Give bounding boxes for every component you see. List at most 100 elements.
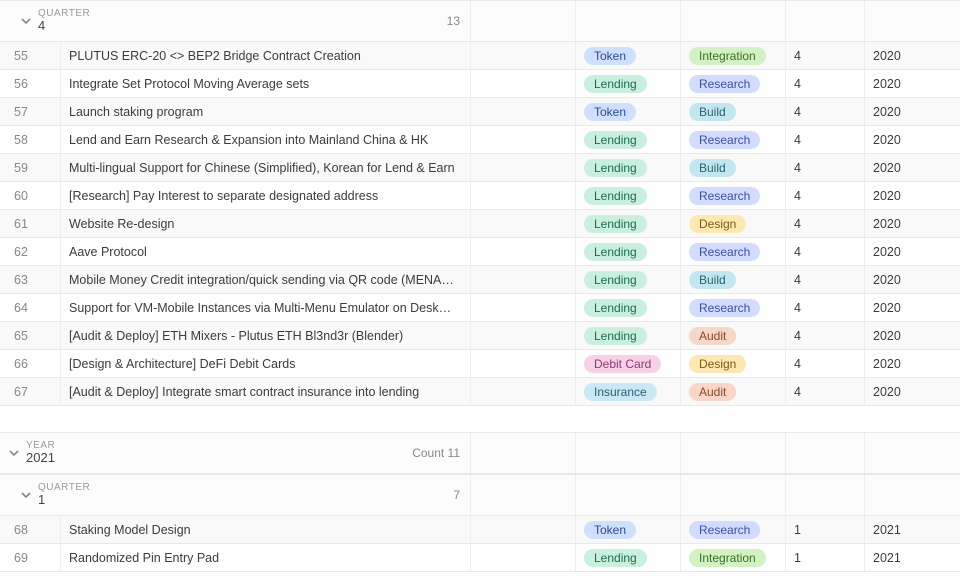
type-cell[interactable]: Lending <box>575 210 680 237</box>
stage-cell[interactable]: Audit <box>680 322 785 349</box>
tag-pill[interactable]: Research <box>689 131 760 149</box>
year-cell[interactable]: 2020 <box>864 126 959 153</box>
empty-cell[interactable] <box>470 182 575 209</box>
group-header-inner[interactable]: QUARTER17 <box>0 475 470 515</box>
empty-cell[interactable] <box>470 70 575 97</box>
group-header[interactable]: YEAR2021Count 11 <box>0 432 960 474</box>
row-number[interactable]: 69 <box>0 544 60 571</box>
type-cell[interactable]: Token <box>575 516 680 543</box>
row-number[interactable]: 59 <box>0 154 60 181</box>
table-row[interactable]: 67[Audit & Deploy] Integrate smart contr… <box>0 378 960 406</box>
tag-pill[interactable]: Audit <box>689 327 736 345</box>
title-cell[interactable]: [Research] Pay Interest to separate desi… <box>60 182 470 209</box>
tag-pill[interactable]: Research <box>689 187 760 205</box>
table-row[interactable]: 59Multi-lingual Support for Chinese (Sim… <box>0 154 960 182</box>
table-row[interactable]: 61Website Re-designLendingDesign42020 <box>0 210 960 238</box>
tag-pill[interactable]: Lending <box>584 215 647 233</box>
year-cell[interactable]: 2020 <box>864 42 959 69</box>
stage-cell[interactable]: Research <box>680 238 785 265</box>
tag-pill[interactable]: Integration <box>689 47 766 65</box>
empty-cell[interactable] <box>470 516 575 543</box>
group-header[interactable]: QUARTER17 <box>0 474 960 516</box>
type-cell[interactable]: Lending <box>575 154 680 181</box>
table-row[interactable]: 55PLUTUS ERC-20 <> BEP2 Bridge Contract … <box>0 42 960 70</box>
tag-pill[interactable]: Lending <box>584 549 647 567</box>
title-cell[interactable]: Mobile Money Credit integration/quick se… <box>60 266 470 293</box>
tag-pill[interactable]: Build <box>689 103 736 121</box>
collapse-toggle-icon[interactable] <box>18 487 34 503</box>
collapse-toggle-icon[interactable] <box>18 13 34 29</box>
empty-cell[interactable] <box>470 238 575 265</box>
tag-pill[interactable]: Research <box>689 243 760 261</box>
type-cell[interactable]: Debit Card <box>575 350 680 377</box>
row-number[interactable]: 57 <box>0 98 60 125</box>
empty-cell[interactable] <box>470 294 575 321</box>
quarter-cell[interactable]: 4 <box>785 42 864 69</box>
year-cell[interactable]: 2020 <box>864 238 959 265</box>
table-row[interactable]: 68Staking Model DesignTokenResearch12021 <box>0 516 960 544</box>
table-row[interactable]: 64Support for VM-Mobile Instances via Mu… <box>0 294 960 322</box>
empty-cell[interactable] <box>470 350 575 377</box>
year-cell[interactable]: 2020 <box>864 294 959 321</box>
stage-cell[interactable]: Build <box>680 98 785 125</box>
tag-pill[interactable]: Audit <box>689 383 736 401</box>
type-cell[interactable]: Lending <box>575 266 680 293</box>
collapse-toggle-icon[interactable] <box>6 445 22 461</box>
quarter-cell[interactable]: 1 <box>785 544 864 571</box>
quarter-cell[interactable]: 4 <box>785 154 864 181</box>
stage-cell[interactable]: Research <box>680 516 785 543</box>
quarter-cell[interactable]: 4 <box>785 182 864 209</box>
quarter-cell[interactable]: 4 <box>785 126 864 153</box>
stage-cell[interactable]: Integration <box>680 42 785 69</box>
group-header[interactable]: QUARTER413 <box>0 0 960 42</box>
tag-pill[interactable]: Token <box>584 521 636 539</box>
quarter-cell[interactable]: 4 <box>785 322 864 349</box>
empty-cell[interactable] <box>470 126 575 153</box>
year-cell[interactable]: 2020 <box>864 182 959 209</box>
table-row[interactable]: 57Launch staking programTokenBuild42020 <box>0 98 960 126</box>
table-row[interactable]: 65[Audit & Deploy] ETH Mixers - Plutus E… <box>0 322 960 350</box>
type-cell[interactable]: Token <box>575 98 680 125</box>
table-row[interactable]: 58Lend and Earn Research & Expansion int… <box>0 126 960 154</box>
quarter-cell[interactable]: 4 <box>785 350 864 377</box>
type-cell[interactable]: Lending <box>575 238 680 265</box>
title-cell[interactable]: Launch staking program <box>60 98 470 125</box>
title-cell[interactable]: Integrate Set Protocol Moving Average se… <box>60 70 470 97</box>
year-cell[interactable]: 2020 <box>864 266 959 293</box>
title-cell[interactable]: Lend and Earn Research & Expansion into … <box>60 126 470 153</box>
type-cell[interactable]: Lending <box>575 294 680 321</box>
group-header-inner[interactable]: YEAR2021Count 11 <box>0 433 470 473</box>
tag-pill[interactable]: Research <box>689 521 760 539</box>
quarter-cell[interactable]: 4 <box>785 266 864 293</box>
row-number[interactable]: 62 <box>0 238 60 265</box>
tag-pill[interactable]: Debit Card <box>584 355 661 373</box>
type-cell[interactable]: Lending <box>575 544 680 571</box>
title-cell[interactable]: Multi-lingual Support for Chinese (Simpl… <box>60 154 470 181</box>
title-cell[interactable]: Website Re-design <box>60 210 470 237</box>
tag-pill[interactable]: Research <box>689 299 760 317</box>
tag-pill[interactable]: Design <box>689 215 746 233</box>
stage-cell[interactable]: Design <box>680 350 785 377</box>
title-cell[interactable]: Staking Model Design <box>60 516 470 543</box>
stage-cell[interactable]: Design <box>680 210 785 237</box>
type-cell[interactable]: Lending <box>575 322 680 349</box>
quarter-cell[interactable]: 4 <box>785 378 864 405</box>
tag-pill[interactable]: Design <box>689 355 746 373</box>
year-cell[interactable]: 2021 <box>864 516 959 543</box>
tag-pill[interactable]: Lending <box>584 75 647 93</box>
title-cell[interactable]: [Audit & Deploy] Integrate smart contrac… <box>60 378 470 405</box>
type-cell[interactable]: Lending <box>575 70 680 97</box>
stage-cell[interactable]: Build <box>680 154 785 181</box>
row-number[interactable]: 56 <box>0 70 60 97</box>
title-cell[interactable]: [Design & Architecture] DeFi Debit Cards <box>60 350 470 377</box>
tag-pill[interactable]: Token <box>584 103 636 121</box>
tag-pill[interactable]: Build <box>689 271 736 289</box>
type-cell[interactable]: Lending <box>575 126 680 153</box>
year-cell[interactable]: 2021 <box>864 544 959 571</box>
tag-pill[interactable]: Lending <box>584 299 647 317</box>
tag-pill[interactable]: Insurance <box>584 383 657 401</box>
row-number[interactable]: 66 <box>0 350 60 377</box>
empty-cell[interactable] <box>470 42 575 69</box>
empty-cell[interactable] <box>470 98 575 125</box>
year-cell[interactable]: 2020 <box>864 210 959 237</box>
